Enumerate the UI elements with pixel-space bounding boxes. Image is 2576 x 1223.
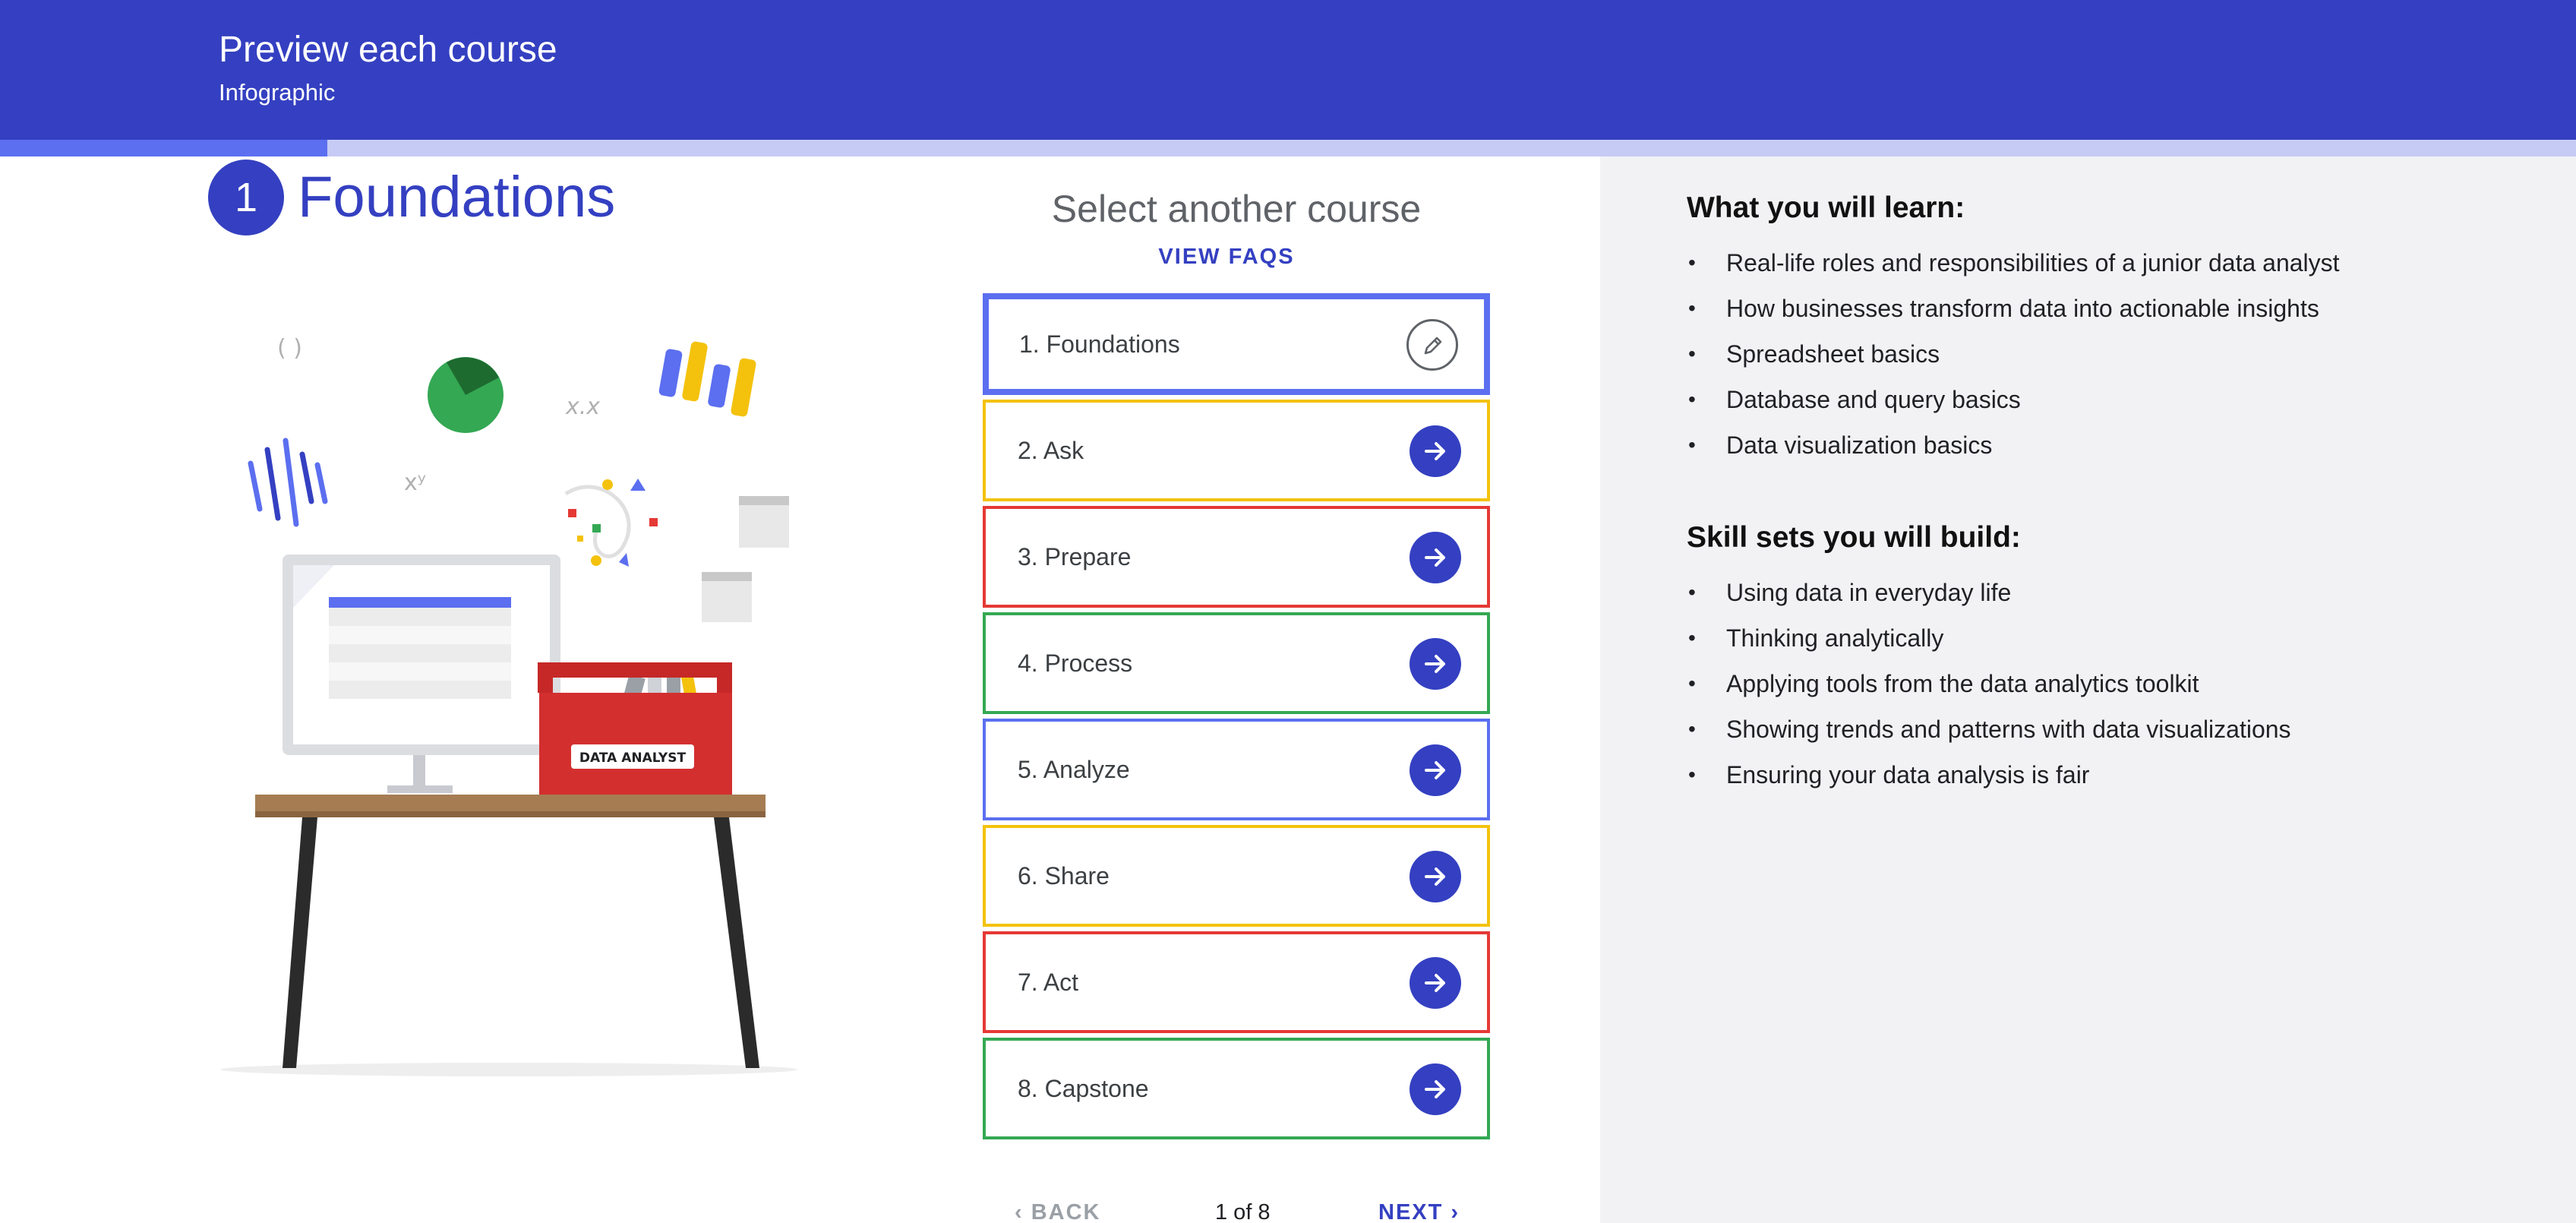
monitor-icon: [283, 555, 560, 793]
arrow-right-icon[interactable]: [1410, 1063, 1461, 1115]
arrow-right-icon[interactable]: [1410, 957, 1461, 1009]
floating-card-icon: [702, 496, 789, 622]
progress-bar: [0, 140, 2576, 156]
list-item: Spreadsheet basics: [1687, 331, 2340, 377]
arrow-right-icon[interactable]: [1410, 744, 1461, 796]
course-item-label: 2. Ask: [1018, 437, 1084, 464]
arrow-right-icon[interactable]: [1410, 638, 1461, 690]
course-item-3[interactable]: 3. Prepare: [983, 506, 1490, 608]
page-subtitle: Infographic: [219, 79, 336, 106]
course-item-2[interactable]: 2. Ask: [983, 400, 1490, 501]
course-item-1[interactable]: 1. Foundations: [983, 293, 1490, 395]
page-header: Preview each course Infographic: [0, 0, 2576, 140]
arrow-right-icon[interactable]: [1410, 851, 1461, 902]
back-label: BACK: [1031, 1200, 1101, 1223]
learn-list: Real-life roles and responsibilities of …: [1687, 240, 2340, 468]
toolbox-label: DATA ANALYST: [579, 751, 687, 766]
course-item-label: 6. Share: [1018, 862, 1110, 890]
back-button[interactable]: ‹ BACK: [1015, 1200, 1101, 1223]
course-item-label: 5. Analyze: [1018, 756, 1130, 783]
arrow-right-icon[interactable]: [1410, 532, 1461, 583]
course-number-badge: 1: [208, 160, 284, 235]
course-item-label: 8. Capstone: [1018, 1075, 1149, 1102]
data-analyst-desk-illustration: ( ) x.x xʸ DATA ANALYST: [220, 335, 797, 1076]
course-item-label: 1. Foundations: [1019, 330, 1180, 358]
chevron-left-icon: ‹: [1015, 1200, 1031, 1223]
bar-chart-icon: [658, 341, 756, 417]
page-counter: 1 of 8: [1215, 1200, 1271, 1223]
course-item-7[interactable]: 7. Act: [983, 931, 1490, 1033]
list-item: Using data in everyday life: [1687, 570, 2291, 615]
confetti-icon: [564, 479, 658, 567]
course-title: Foundations: [298, 165, 616, 229]
list-item: Thinking analytically: [1687, 615, 2291, 661]
course-item-label: 4. Process: [1018, 649, 1133, 677]
course-item-label: 7. Act: [1018, 969, 1079, 996]
list-item: Applying tools from the data analytics t…: [1687, 661, 2291, 706]
pie-chart-icon: [428, 357, 504, 433]
next-label: NEXT: [1378, 1200, 1444, 1223]
course-details-panel: What you will learn: Real-life roles and…: [1600, 156, 2576, 1223]
pencil-icon[interactable]: [1406, 319, 1458, 371]
skills-heading: Skill sets you will build:: [1687, 521, 2021, 554]
course-item-8[interactable]: 8. Capstone: [983, 1038, 1490, 1139]
list-item: Showing trends and patterns with data vi…: [1687, 706, 2291, 752]
list-item: Data visualization basics: [1687, 422, 2340, 468]
page-title: Preview each course: [219, 30, 557, 70]
list-item: Ensuring your data analysis is fair: [1687, 752, 2291, 798]
course-item-6[interactable]: 6. Share: [983, 825, 1490, 927]
skills-list: Using data in everyday life Thinking ana…: [1687, 570, 2291, 798]
parentheses-symbol: ( ): [277, 335, 302, 362]
list-item: How businesses transform data into actio…: [1687, 286, 2340, 331]
course-item-4[interactable]: 4. Process: [983, 612, 1490, 714]
arrow-right-icon[interactable]: [1410, 425, 1461, 477]
x-power-y-symbol: xʸ: [404, 469, 426, 496]
x-dot-x-symbol: x.x: [565, 393, 600, 420]
progress-bar-fill: [0, 140, 327, 156]
list-item: Real-life roles and responsibilities of …: [1687, 240, 2340, 286]
chevron-right-icon: ›: [1443, 1200, 1460, 1223]
learn-heading: What you will learn:: [1687, 191, 1965, 224]
select-course-heading: Select another course: [1051, 188, 1422, 230]
line-bars-icon: [248, 438, 328, 527]
view-faqs-link[interactable]: VIEW FAQS: [983, 245, 1470, 270]
course-item-label: 3. Prepare: [1018, 543, 1132, 570]
toolbox-icon: DATA ANALYST: [538, 662, 732, 798]
desk-icon: [255, 795, 766, 1068]
list-item: Database and query basics: [1687, 377, 2340, 422]
course-item-5[interactable]: 5. Analyze: [983, 719, 1490, 820]
next-button[interactable]: NEXT ›: [1378, 1200, 1460, 1223]
